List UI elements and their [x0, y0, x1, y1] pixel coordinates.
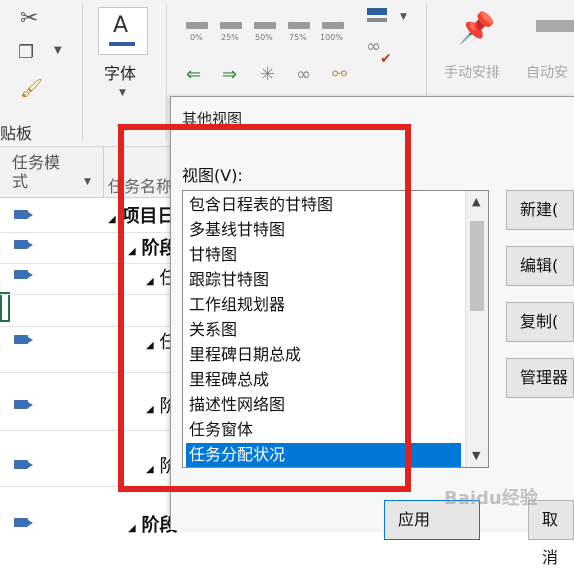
selected-cell[interactable] — [0, 292, 10, 322]
copy-button[interactable]: 复制( — [506, 302, 574, 342]
percent-label: 50% — [255, 33, 273, 42]
link-icon[interactable]: ∞ — [366, 38, 381, 56]
font-a-icon: A — [113, 13, 129, 38]
percent-0-icon[interactable] — [186, 22, 208, 29]
task-mode-icon — [14, 240, 33, 249]
font-button[interactable]: A — [98, 7, 148, 55]
gantt-dropdown-icon[interactable]: ▼ — [400, 12, 407, 22]
percent-label: 75% — [289, 33, 307, 42]
task-mode-icon — [14, 335, 33, 344]
mode-column-header[interactable]: 任务模式 ▼ — [0, 147, 104, 198]
percent-label: 0% — [190, 33, 203, 42]
task-mode-icon — [14, 518, 33, 527]
gantt-bar-icon[interactable] — [367, 8, 387, 15]
outdent-icon[interactable]: ⇐ — [186, 66, 201, 84]
percent-label: 25% — [221, 33, 239, 42]
format-painter-icon[interactable]: 🖌 — [20, 80, 43, 98]
scrollbar-thumb[interactable] — [470, 221, 484, 311]
group-divider — [166, 4, 167, 140]
highlight-box — [118, 124, 411, 492]
scroll-down-icon[interactable]: ▼ — [472, 449, 480, 462]
split-icon[interactable]: ✳ — [260, 66, 275, 84]
task-mode-icon — [14, 400, 33, 409]
link-tasks-icon[interactable]: ∞ — [296, 66, 311, 84]
mode-column-header-label: 任务模式 — [12, 153, 61, 191]
manual-schedule-label[interactable]: 手动安排 — [444, 62, 500, 82]
watermark: Baidu经验 — [444, 488, 538, 509]
gantt-bar-icon-line — [367, 18, 387, 22]
copy-dropdown-icon[interactable]: ▼ — [54, 46, 62, 56]
organizer-button[interactable]: 管理器 — [506, 358, 574, 398]
edit-button[interactable]: 编辑( — [506, 246, 574, 286]
group-divider — [82, 4, 83, 140]
checkmark-icon[interactable]: ✔ — [380, 52, 392, 66]
percent-100-icon[interactable] — [322, 22, 344, 29]
percent-25-icon[interactable] — [220, 22, 242, 29]
percent-75-icon[interactable] — [288, 22, 310, 29]
copy-icon[interactable]: ❐ — [18, 44, 34, 62]
pin-icon[interactable]: 📌 — [458, 14, 495, 44]
auto-schedule-icon[interactable] — [536, 20, 574, 32]
font-dropdown-icon[interactable]: ▼ — [119, 88, 126, 98]
scroll-up-icon[interactable]: ▲ — [472, 195, 480, 208]
new-button[interactable]: 新建( — [506, 190, 574, 230]
percent-50-icon[interactable] — [254, 22, 276, 29]
percent-label: 100% — [320, 33, 343, 42]
clipboard-group-label: 贴板 — [0, 124, 33, 143]
task-mode-icon — [14, 460, 33, 469]
font-underline-bar — [109, 42, 135, 46]
font-label: 字体 — [104, 64, 137, 83]
task-mode-icon — [14, 210, 33, 219]
auto-schedule-label[interactable]: 自动安 — [526, 62, 568, 82]
cut-icon[interactable]: ✂ — [20, 8, 38, 30]
column-filter-icon[interactable]: ▼ — [84, 177, 91, 187]
task-mode-icon — [14, 270, 33, 279]
indent-icon[interactable]: ⇒ — [222, 66, 237, 84]
unlink-tasks-icon[interactable]: ⚯ — [332, 66, 347, 84]
list-scrollbar[interactable]: ▲ ▼ — [465, 191, 488, 467]
